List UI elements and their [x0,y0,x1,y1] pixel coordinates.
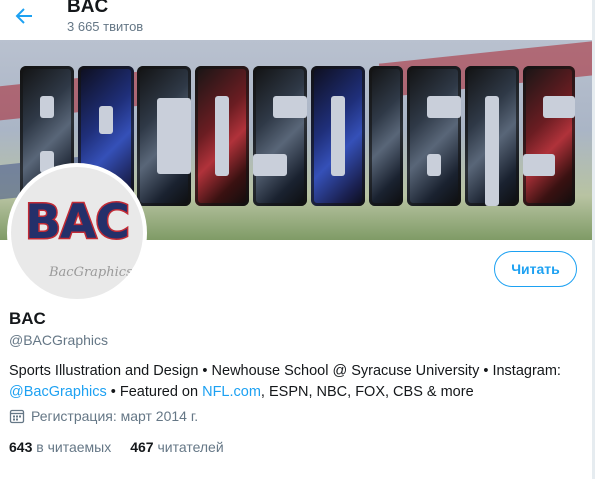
followers-stat[interactable]: 467 читателей [130,439,223,455]
avatar[interactable]: BAC BacGraphics [7,163,147,303]
banner-letter [311,66,365,206]
banner-letter [195,66,249,206]
avatar-image: BAC BacGraphics [11,167,143,299]
following-stat[interactable]: 643 в читаемых [9,439,111,455]
banner-letter [407,66,461,206]
profile-handle: @BACGraphics [9,332,109,348]
banner-letter [369,66,403,206]
avatar-signature: BacGraphics [49,265,133,280]
bio-text: • Featured on [106,384,203,400]
profile-stats: 643 в читаемых 467 читателей [9,439,243,455]
followers-count: 467 [130,439,154,455]
follow-button[interactable]: Читать [494,251,577,287]
calendar-icon [9,409,25,424]
banner-letter [253,66,307,206]
avatar-logo: BAC [24,194,132,252]
tweet-count: 3 665 твитов [67,19,144,34]
top-bar: BAC 3 665 твитов [0,0,595,40]
bio-text: Sports Illustration and Design • Newhous… [9,363,561,379]
join-date-text: Регистрация: март 2014 г. [31,408,199,424]
banner-letter [523,66,575,206]
header-title: BAC [67,0,109,17]
nfl-link[interactable]: NFL.com [202,384,261,400]
bio-text: , ESPN, NBC, FOX, CBS & more [260,384,474,400]
following-label: в читаемых [36,439,112,455]
join-date: Регистрация: март 2014 г. [9,408,198,424]
profile-name: BAC [9,309,46,328]
profile-bio: Sports Illustration and Design • Newhous… [9,361,589,403]
instagram-link[interactable]: @BacGraphics [9,384,107,400]
banner-letter [137,66,191,206]
following-count: 643 [9,439,33,455]
followers-label: читателей [157,439,224,455]
back-arrow-icon[interactable] [12,4,36,28]
banner-letter [465,66,519,206]
